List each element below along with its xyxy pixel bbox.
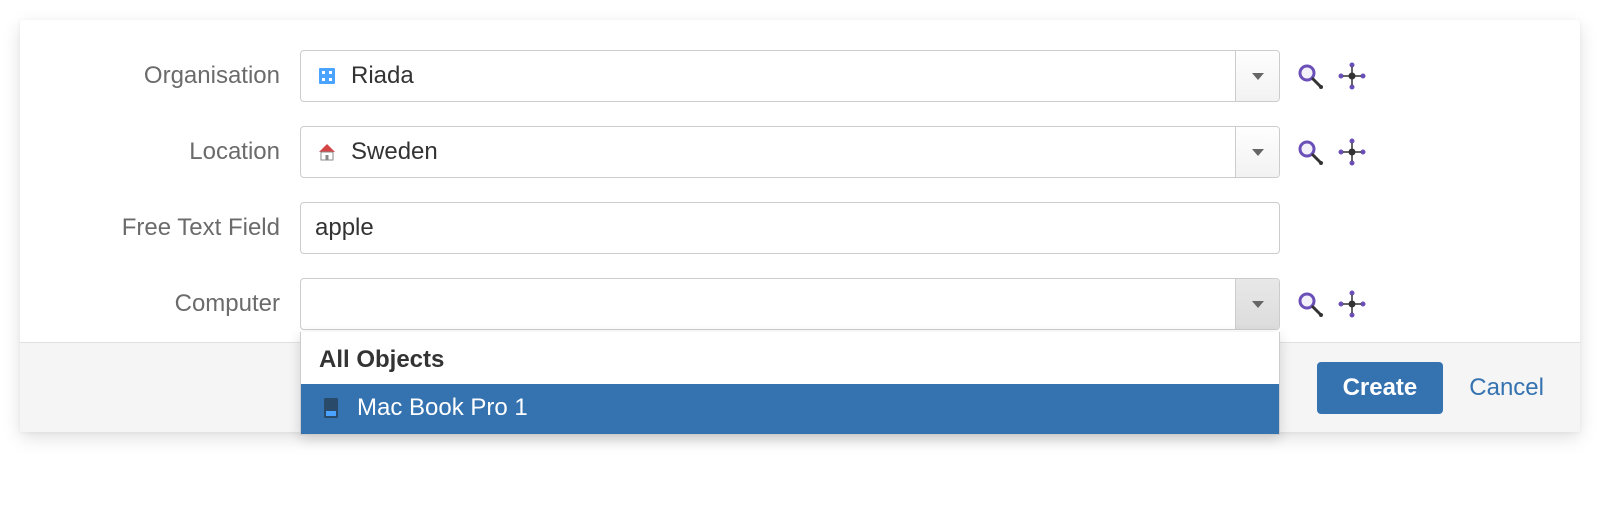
computer-network-button[interactable] [1338,290,1366,318]
organisation-network-button[interactable] [1338,62,1366,90]
dropdown-option-label: Mac Book Pro 1 [357,394,528,422]
location-caret[interactable] [1235,127,1279,177]
create-button[interactable]: Create [1317,362,1444,414]
computer-select[interactable] [300,278,1280,330]
row-organisation: Organisation Riada [50,50,1550,102]
form-body: Organisation Riada [20,20,1580,330]
computer-dropdown: All Objects Mac Book Pro 1 [300,332,1280,435]
control-free-text: apple [300,202,1550,254]
row-free-text: Free Text Field apple [50,202,1550,254]
control-organisation: Riada [300,50,1550,102]
computer-tower-icon [319,396,343,420]
control-computer: All Objects Mac Book Pro 1 [300,278,1550,330]
dropdown-header: All Objects [301,332,1279,384]
network-icon [1338,290,1366,318]
label-organisation: Organisation [50,62,300,90]
chevron-down-icon [1252,301,1264,308]
building-icon [315,64,339,88]
label-free-text: Free Text Field [50,214,300,242]
location-value: Sweden [351,138,438,166]
location-select[interactable]: Sweden [300,126,1280,178]
dropdown-option[interactable]: Mac Book Pro 1 [301,384,1279,434]
chevron-down-icon [1252,149,1264,156]
free-text-input[interactable]: apple [300,202,1280,254]
free-text-value: apple [315,214,374,242]
location-network-button[interactable] [1338,138,1366,166]
row-computer: Computer [50,278,1550,330]
chevron-down-icon [1252,73,1264,80]
organisation-select[interactable]: Riada [300,50,1280,102]
search-icon [1296,138,1324,166]
label-location: Location [50,138,300,166]
form-container: Organisation Riada [20,20,1580,432]
network-icon [1338,62,1366,90]
search-icon [1296,290,1324,318]
control-location: Sweden [300,126,1550,178]
computer-search-button[interactable] [1296,290,1324,318]
network-icon [1338,138,1366,166]
organisation-caret[interactable] [1235,51,1279,101]
location-search-button[interactable] [1296,138,1324,166]
row-location: Location Sweden [50,126,1550,178]
organisation-value: Riada [351,62,414,90]
computer-caret[interactable] [1235,279,1279,329]
home-icon [315,140,339,164]
cancel-link[interactable]: Cancel [1469,374,1544,402]
label-computer: Computer [50,290,300,318]
search-icon [1296,62,1324,90]
organisation-search-button[interactable] [1296,62,1324,90]
